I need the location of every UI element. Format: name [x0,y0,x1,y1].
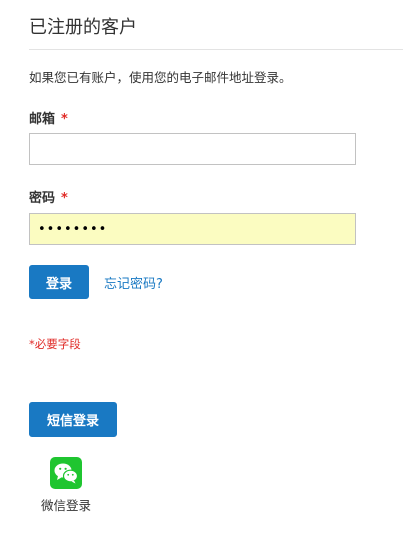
password-label-text: 密码 [29,191,56,206]
wechat-icon[interactable] [50,457,82,489]
wechat-login-label: 微信登录 [41,498,92,513]
forgot-password-link[interactable]: 忘记密码? [104,273,163,292]
sms-login-button[interactable]: 短信登录 [29,402,117,437]
password-required-mark: * [61,191,68,206]
login-page: 已注册的客户 如果您已有账户，使用您的电子邮件地址登录。 邮箱* 密码* 登录 … [0,0,403,533]
email-label-text: 邮箱 [29,112,56,127]
required-fields-note: *必要字段 [29,337,81,351]
email-label: 邮箱 * [29,108,68,127]
title-divider [29,49,403,50]
password-field[interactable] [29,213,356,245]
email-required-mark: * [61,112,68,127]
login-intro-text: 如果您已有账户，使用您的电子邮件地址登录。 [29,70,292,85]
wechat-login-link[interactable]: 微信登录 [38,457,102,517]
login-button[interactable]: 登录 [29,265,89,299]
email-field[interactable] [29,133,356,165]
page-title: 已注册的客户 [29,17,137,38]
password-label: 密码 * [29,187,68,206]
